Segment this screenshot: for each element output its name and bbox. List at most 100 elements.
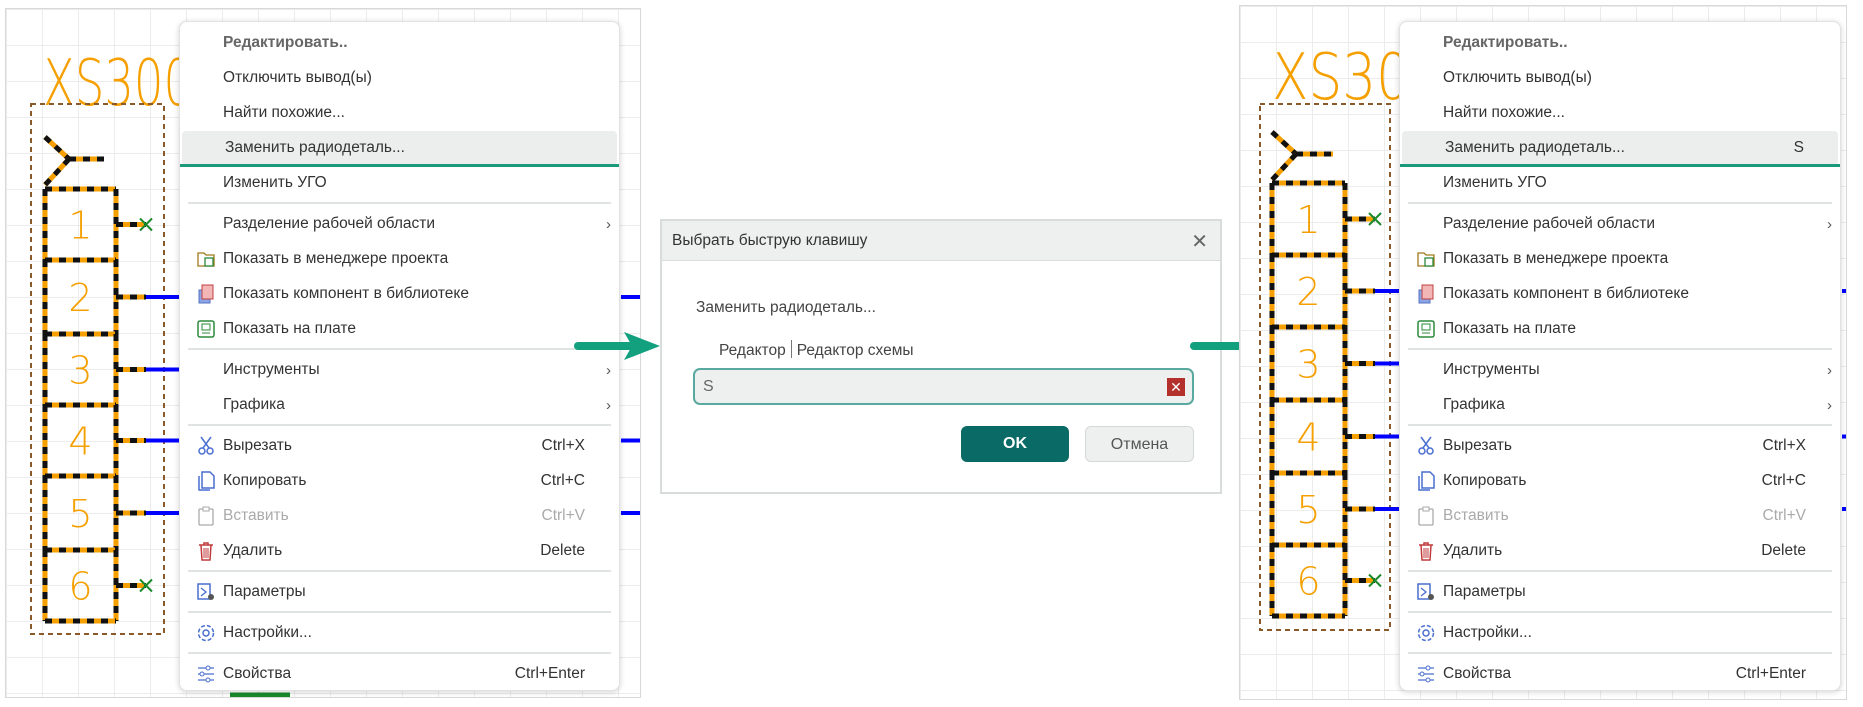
clear-shortcut-button[interactable]: ✕ xyxy=(1167,378,1185,396)
menu-item[interactable]: Изменить УГО xyxy=(1400,166,1840,200)
dialog-title: Выбрать быструю клавишу xyxy=(672,232,868,249)
ok-button[interactable]: OK xyxy=(961,426,1069,462)
menu-item[interactable]: Инструменты › xyxy=(1400,353,1840,387)
shortcut-dialog: Выбрать быструю клавишу ✕ Заменить радио… xyxy=(660,219,1222,494)
menu-item[interactable]: Заменить радиодеталь... xyxy=(182,131,617,165)
menu-item-label: Показать компонент в библиотеке xyxy=(223,285,469,302)
menu-item[interactable]: Свойства Ctrl+Enter xyxy=(1400,657,1840,691)
library-book-icon xyxy=(1418,284,1434,304)
path-editor: Редактор xyxy=(719,342,786,359)
menu-item[interactable]: Вырезать Ctrl+X xyxy=(1400,429,1840,463)
menu-item[interactable]: Вставить Ctrl+V xyxy=(180,499,619,533)
menu-item-label: Вырезать xyxy=(223,437,292,454)
chevron-right-icon: › xyxy=(1827,361,1832,379)
menu-item[interactable]: Отключить вывод(ы) xyxy=(1400,61,1840,95)
clipboard-icon xyxy=(198,506,214,526)
menu-item[interactable]: Показать в менеджере проекта xyxy=(1400,242,1840,276)
menu-item-label: Вырезать xyxy=(1443,437,1512,454)
trash-icon xyxy=(199,542,213,561)
menu-item-label: Вставить xyxy=(223,507,289,524)
menu-item-label: Показать в менеджере проекта xyxy=(1443,250,1669,267)
menu-separator xyxy=(188,652,611,654)
chevron-right-icon: › xyxy=(606,361,611,379)
menu-item-label: Графика xyxy=(1443,396,1505,413)
context-menu-before: Редактировать.. Отключить вывод(ы) Найти п… xyxy=(179,21,620,691)
menu-item[interactable]: Отключить вывод(ы) xyxy=(180,61,619,95)
folder-project-icon xyxy=(1417,252,1435,267)
folder-project-icon xyxy=(197,252,215,267)
menu-item[interactable]: Графика › xyxy=(1400,388,1840,422)
menu-item-label: Параметры xyxy=(223,583,306,600)
menu-item-label: Инструменты xyxy=(223,361,320,378)
menu-item[interactable]: Инструменты › xyxy=(180,353,619,387)
menu-item[interactable]: Найти похожие... xyxy=(1400,96,1840,130)
menu-item-shortcut: Ctrl+C xyxy=(540,472,585,489)
copy-icon xyxy=(198,471,215,491)
menu-item[interactable]: Редактировать.. xyxy=(180,26,619,60)
menu-item-shortcut: Ctrl+Enter xyxy=(1735,665,1806,682)
pcb-board-icon xyxy=(197,320,215,338)
menu-item[interactable]: Показать компонент в библиотеке xyxy=(1400,277,1840,311)
menu-item[interactable]: Вставить Ctrl+V xyxy=(1400,499,1840,533)
menu-item-label: Удалить xyxy=(1443,542,1503,559)
menu-item-shortcut: Delete xyxy=(1761,542,1806,559)
menu-item[interactable]: Показать на плате xyxy=(180,312,619,346)
menu-item[interactable]: Удалить Delete xyxy=(180,534,619,568)
menu-item[interactable]: Показать в менеджере проекта xyxy=(180,242,619,276)
menu-item-label: Показать на плате xyxy=(223,320,356,337)
menu-item-label: Изменить УГО xyxy=(1443,174,1547,191)
close-icon[interactable]: ✕ xyxy=(1191,229,1208,254)
pin-number: 1 xyxy=(1296,198,1320,242)
scissors-icon xyxy=(1418,436,1434,455)
menu-item-label: Удалить xyxy=(223,542,283,559)
menu-item[interactable]: Найти похожие... xyxy=(180,96,619,130)
menu-item[interactable]: Копировать Ctrl+C xyxy=(1400,464,1840,498)
menu-item-label: Свойства xyxy=(1443,665,1512,682)
menu-item-label: Показать в менеджере проекта xyxy=(223,250,449,267)
menu-item-shortcut: Ctrl+V xyxy=(541,507,586,524)
trash-icon xyxy=(1419,542,1433,561)
pin-number: 3 xyxy=(68,349,92,393)
shortcut-input-value: S xyxy=(703,378,714,395)
sliders-icon xyxy=(198,665,214,683)
menu-item[interactable]: Свойства Ctrl+Enter xyxy=(180,657,619,691)
pin-number: 5 xyxy=(1296,488,1320,532)
menu-item-label: Копировать xyxy=(1443,472,1527,489)
menu-item[interactable]: Параметры xyxy=(180,575,619,609)
cancel-button[interactable]: Отмена xyxy=(1085,426,1194,462)
shortcut-input[interactable]: S ✕ xyxy=(693,368,1194,405)
menu-item-label: Графика xyxy=(223,396,285,413)
menu-item-label: Разделение рабочей области xyxy=(223,215,436,232)
pin-number: 6 xyxy=(68,565,92,609)
menu-item[interactable]: Редактировать.. xyxy=(1400,26,1840,60)
menu-item-shortcut: Ctrl+V xyxy=(1762,507,1807,524)
menu-item[interactable]: Изменить УГО xyxy=(180,166,619,200)
menu-item-shortcut: Ctrl+X xyxy=(1762,437,1807,454)
menu-item[interactable]: Настройки... xyxy=(1400,616,1840,650)
menu-separator xyxy=(188,202,611,204)
menu-item[interactable]: Вырезать Ctrl+X xyxy=(180,429,619,463)
menu-item-label: Заменить радиодеталь... xyxy=(1445,139,1625,156)
menu-separator xyxy=(1408,652,1832,654)
library-book-icon xyxy=(198,284,214,304)
menu-item[interactable]: Разделение рабочей области › xyxy=(1400,207,1840,241)
menu-item-label: Копировать xyxy=(223,472,307,489)
chevron-right-icon: › xyxy=(606,215,611,233)
menu-item-label: Свойства xyxy=(223,665,292,682)
menu-item[interactable]: Копировать Ctrl+C xyxy=(180,464,619,498)
menu-item[interactable]: Заменить радиодеталь... S xyxy=(1402,131,1838,165)
menu-item[interactable]: Графика › xyxy=(180,388,619,422)
menu-item-label: Показать на плате xyxy=(1443,320,1576,337)
menu-separator xyxy=(188,611,611,613)
context-menu-after: Редактировать.. Отключить вывод(ы) Найти п… xyxy=(1399,21,1841,691)
menu-item[interactable]: Показать компонент в библиотеке xyxy=(180,277,619,311)
menu-item[interactable]: Показать на плате xyxy=(1400,312,1840,346)
pin-number: 2 xyxy=(1296,270,1320,314)
menu-item[interactable]: Удалить Delete xyxy=(1400,534,1840,568)
menu-item[interactable]: Параметры xyxy=(1400,575,1840,609)
menu-item-label: Найти похожие... xyxy=(1443,104,1565,121)
menu-item-shortcut: Delete xyxy=(540,542,585,559)
path-divider xyxy=(790,340,792,358)
menu-item[interactable]: Разделение рабочей области › xyxy=(180,207,619,241)
menu-item[interactable]: Настройки... xyxy=(180,616,619,650)
